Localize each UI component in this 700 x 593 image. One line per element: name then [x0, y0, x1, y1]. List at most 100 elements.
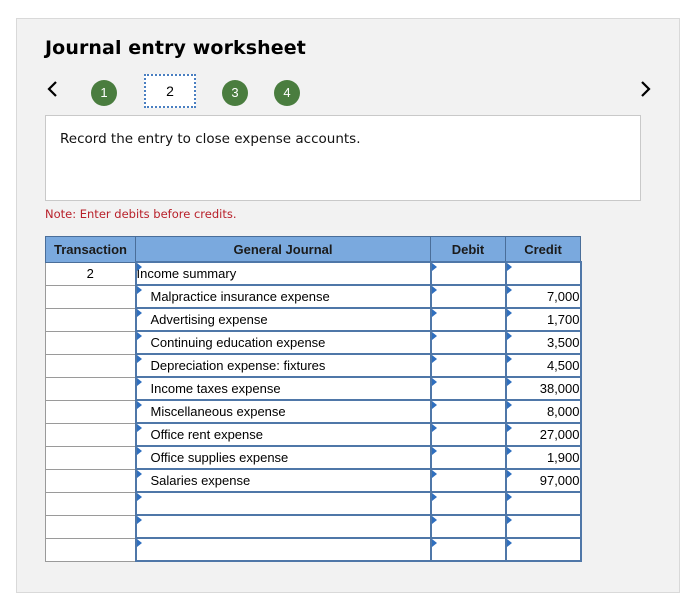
debit-input[interactable] — [429, 422, 507, 447]
step-3-label: 3 — [231, 85, 239, 100]
account-name: Malpractice insurance expense — [150, 289, 330, 304]
table-row: Miscellaneous expense 8,000 — [45, 399, 582, 424]
credit-input[interactable]: 8,000 — [504, 399, 582, 424]
credit-input[interactable]: 27,000 — [504, 422, 582, 447]
dropdown-flag-icon — [136, 355, 142, 363]
credit-input[interactable]: 97,000 — [504, 468, 582, 493]
account-input[interactable] — [134, 537, 432, 562]
account-input[interactable]: Income summary — [134, 261, 432, 286]
dropdown-flag-icon — [506, 355, 512, 363]
header-debit: Debit — [430, 236, 506, 263]
account-input[interactable]: Continuing education expense — [134, 330, 432, 355]
credit-value: 3,500 — [546, 335, 580, 350]
credit-value: 97,000 — [539, 473, 580, 488]
credit-input[interactable] — [504, 537, 582, 562]
dropdown-flag-icon — [506, 424, 512, 432]
account-input[interactable]: Office rent expense — [134, 422, 432, 447]
credit-input[interactable]: 1,700 — [504, 307, 582, 332]
debit-input[interactable] — [429, 284, 507, 309]
debit-input[interactable] — [429, 399, 507, 424]
credit-value: 8,000 — [546, 404, 580, 419]
dropdown-flag-icon — [136, 424, 142, 432]
step-1-label: 1 — [100, 85, 108, 100]
dropdown-flag-icon — [506, 493, 512, 501]
debit-input[interactable] — [429, 330, 507, 355]
account-name: Advertising expense — [150, 312, 268, 327]
transaction-cell — [45, 491, 136, 516]
step-4-label: 4 — [283, 85, 291, 100]
dropdown-flag-icon — [136, 470, 142, 478]
credit-input[interactable]: 38,000 — [504, 376, 582, 401]
debit-input[interactable] — [429, 491, 507, 516]
credit-value: 38,000 — [539, 381, 580, 396]
debit-input[interactable] — [429, 468, 507, 493]
debit-input[interactable] — [429, 514, 507, 539]
debit-input[interactable] — [429, 261, 507, 286]
previous-step-button[interactable] — [46, 78, 60, 100]
table-row — [45, 491, 582, 516]
debit-input[interactable] — [429, 445, 507, 470]
step-1-button[interactable]: 1 — [91, 80, 117, 106]
table-row: Income taxes expense 38,000 — [45, 376, 582, 401]
chevron-right-icon — [641, 81, 651, 97]
transaction-cell — [45, 422, 136, 447]
credit-input[interactable]: 1,900 — [504, 445, 582, 470]
credit-input[interactable]: 4,500 — [504, 353, 582, 378]
dropdown-flag-icon — [506, 447, 512, 455]
dropdown-flag-icon — [431, 493, 437, 501]
step-2-label: 2 — [166, 83, 174, 99]
transaction-cell — [45, 445, 136, 470]
dropdown-flag-icon — [136, 309, 142, 317]
credit-value: 7,000 — [546, 289, 580, 304]
dropdown-flag-icon — [506, 332, 512, 340]
debit-input[interactable] — [429, 537, 507, 562]
credit-input[interactable] — [504, 261, 582, 286]
transaction-cell: 2 — [45, 261, 136, 286]
note-text: Note: Enter debits before credits. — [45, 207, 237, 221]
debit-input[interactable] — [429, 353, 507, 378]
account-input[interactable]: Advertising expense — [134, 307, 432, 332]
dropdown-flag-icon — [431, 286, 437, 294]
dropdown-flag-icon — [506, 516, 512, 524]
step-3-button[interactable]: 3 — [222, 80, 248, 106]
account-input[interactable]: Income taxes expense — [134, 376, 432, 401]
table-header-row: Transaction General Journal Debit Credit — [45, 236, 581, 263]
table-row: Continuing education expense 3,500 — [45, 330, 582, 355]
table-row: Salaries expense 97,000 — [45, 468, 582, 493]
credit-value: 27,000 — [539, 427, 580, 442]
dropdown-flag-icon — [506, 378, 512, 386]
account-input[interactable] — [134, 514, 432, 539]
dropdown-flag-icon — [506, 539, 512, 547]
debit-input[interactable] — [429, 376, 507, 401]
instruction-text: Record the entry to close expense accoun… — [60, 131, 361, 147]
dropdown-flag-icon — [136, 263, 142, 271]
credit-input[interactable]: 3,500 — [504, 330, 582, 355]
step-4-button[interactable]: 4 — [274, 80, 300, 106]
account-name: Office rent expense — [150, 427, 264, 442]
table-row: Office rent expense 27,000 — [45, 422, 582, 447]
account-input[interactable]: Salaries expense — [134, 468, 432, 493]
account-input[interactable]: Depreciation expense: fixtures — [134, 353, 432, 378]
account-input[interactable]: Miscellaneous expense — [134, 399, 432, 424]
account-name: Income taxes expense — [150, 381, 281, 396]
debit-input[interactable] — [429, 307, 507, 332]
page-title: Journal entry worksheet — [45, 37, 306, 59]
account-input[interactable]: Office supplies expense — [134, 445, 432, 470]
next-step-button[interactable] — [638, 78, 652, 100]
dropdown-flag-icon — [136, 447, 142, 455]
table-row: Malpractice insurance expense 7,000 — [45, 284, 582, 309]
table-row: Office supplies expense 1,900 — [45, 445, 582, 470]
dropdown-flag-icon — [506, 263, 512, 271]
account-input[interactable]: Malpractice insurance expense — [134, 284, 432, 309]
dropdown-flag-icon — [431, 447, 437, 455]
account-input[interactable] — [134, 491, 432, 516]
dropdown-flag-icon — [136, 332, 142, 340]
transaction-cell — [45, 537, 136, 562]
credit-value: 4,500 — [546, 358, 580, 373]
credit-input[interactable] — [504, 514, 582, 539]
credit-input[interactable] — [504, 491, 582, 516]
transaction-cell — [45, 307, 136, 332]
transaction-cell — [45, 330, 136, 355]
credit-input[interactable]: 7,000 — [504, 284, 582, 309]
step-2-button-current[interactable]: 2 — [144, 74, 196, 108]
